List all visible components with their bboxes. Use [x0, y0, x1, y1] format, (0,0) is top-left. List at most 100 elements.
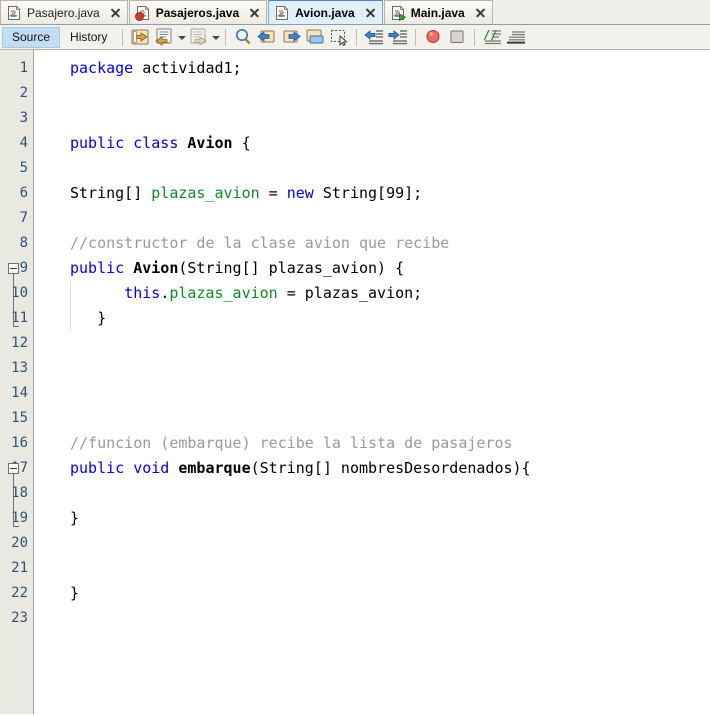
uncomment-icon[interactable] [505, 27, 527, 47]
code-line-content: public Avion(String[] plazas_avion) { [35, 259, 404, 277]
code-line[interactable] [35, 81, 710, 106]
code-line-content [35, 559, 70, 577]
code-line-content [35, 109, 70, 127]
toggle-rectangular-selection-icon[interactable] [328, 27, 350, 47]
code-line-content: } [35, 509, 79, 527]
line-number: 11 [11, 310, 28, 326]
code-token-pln: = [259, 184, 287, 202]
forward-icon[interactable] [187, 27, 209, 47]
code-line[interactable]: } [35, 581, 710, 606]
code-token-pln [124, 459, 133, 477]
line-number: 2 [19, 85, 28, 101]
editor-tab-label: Main.java [410, 5, 465, 20]
forward-dropdown-arrow[interactable] [210, 27, 221, 47]
tab-history[interactable]: History [60, 27, 117, 48]
toolbar-separator [474, 28, 476, 46]
code-line[interactable] [35, 356, 710, 381]
code-line[interactable] [35, 381, 710, 406]
toolbar-separator [225, 28, 227, 46]
code-token-pln: } [70, 309, 107, 327]
code-fold-toggle[interactable] [8, 463, 19, 474]
line-number: 21 [11, 560, 28, 576]
tab-close-icon[interactable] [475, 7, 486, 18]
code-token-pln: String[99]; [313, 184, 423, 202]
code-line-content [35, 334, 70, 352]
code-line[interactable] [35, 481, 710, 506]
editor-tab-pasajeros-java[interactable]: Pasajeros.java [128, 0, 268, 24]
indent-guide [70, 281, 71, 331]
code-text-area[interactable]: package actividad1; public class Avion { S… [35, 50, 710, 714]
shift-line-right-icon[interactable] [387, 27, 409, 47]
editor-tab-main-java[interactable]: Main.java [383, 0, 493, 24]
last-edit-icon[interactable] [129, 27, 151, 47]
code-token-fld: plazas_avion [169, 284, 278, 302]
line-number: 22 [11, 585, 28, 601]
line-number-gutter: 1 2 3 4 5 6 7 8 9 10 11 12 13 14 15 16 17 18 19 20 21 22 23 [0, 50, 34, 714]
stop-macro-icon[interactable] [446, 27, 468, 47]
line-number: 4 [19, 135, 28, 151]
line-number: 3 [19, 110, 28, 126]
code-token-pln: } [70, 509, 80, 527]
line-number: 6 [19, 185, 28, 201]
code-line-content [35, 609, 70, 627]
code-line[interactable] [35, 331, 710, 356]
code-token-pln: = plazas_avion; [277, 284, 423, 302]
code-fold-line [13, 474, 14, 526]
code-token-cmt: //funcion (embarque) recibe la lista de … [70, 434, 513, 452]
code-line[interactable] [35, 606, 710, 631]
code-token-pln: } [70, 584, 80, 602]
comment-icon[interactable]: // [481, 27, 503, 47]
code-line[interactable] [35, 106, 710, 131]
previous-bookmark-icon[interactable] [256, 27, 278, 47]
code-line[interactable]: String[] plazas_avion = new String[99]; [35, 181, 710, 206]
code-line[interactable]: } [35, 306, 710, 331]
code-editor[interactable]: 1 2 3 4 5 6 7 8 9 10 11 12 13 14 15 16 17 18 19 20 21 22 23 pa… [0, 50, 710, 714]
line-number: 16 [11, 435, 28, 451]
code-token-bold: Avion [187, 134, 233, 152]
code-line[interactable] [35, 556, 710, 581]
tab-close-icon[interactable] [110, 7, 121, 18]
back-dropdown-arrow[interactable] [176, 27, 187, 47]
tab-source[interactable]: Source [2, 26, 61, 48]
shift-line-left-icon[interactable] [363, 27, 385, 47]
java-file-run-icon [390, 5, 407, 21]
toggle-bookmark-icon[interactable] [304, 27, 326, 47]
code-line[interactable] [35, 206, 710, 231]
code-token-kw: new [286, 184, 314, 202]
code-token-bold: embarque [178, 459, 251, 477]
code-line[interactable]: public class Avion { [35, 131, 710, 156]
code-line-content: this.plazas_avion = plazas_avion; [35, 284, 422, 302]
code-line[interactable] [35, 406, 710, 431]
code-fold-toggle[interactable] [8, 263, 19, 274]
code-line[interactable]: public Avion(String[] plazas_avion) { [35, 256, 710, 281]
next-bookmark-icon[interactable] [280, 27, 302, 47]
code-token-pln [70, 284, 124, 302]
start-macro-recording-icon[interactable] [422, 27, 444, 47]
toolbar-separator [415, 28, 417, 46]
code-token-pln [124, 134, 133, 152]
code-line[interactable] [35, 156, 710, 181]
code-token-pln: (String[] plazas_avion) { [178, 259, 405, 277]
code-line[interactable]: //constructor de la clase avion que reci… [35, 231, 710, 256]
code-line[interactable]: } [35, 506, 710, 531]
line-number: 15 [11, 410, 28, 426]
line-number: 10 [11, 285, 28, 301]
code-line[interactable] [35, 531, 710, 556]
editor-tab-avion-java[interactable]: Avion.java [268, 0, 383, 24]
code-line-content: //constructor de la clase avion que reci… [35, 234, 449, 252]
line-number: 7 [19, 210, 28, 226]
tab-close-icon[interactable] [249, 7, 260, 18]
editor-tab-pasajero-java[interactable]: Pasajero.java [0, 0, 128, 24]
tab-close-icon[interactable] [365, 7, 376, 18]
code-token-kw: package [70, 59, 134, 77]
code-line[interactable]: public void embarque(String[] nombresDes… [35, 456, 710, 481]
code-line[interactable]: //funcion (embarque) recibe la lista de … [35, 431, 710, 456]
svg-text://: // [483, 28, 497, 42]
java-file-error-icon [134, 5, 151, 21]
code-line[interactable]: this.plazas_avion = plazas_avion; [35, 281, 710, 306]
back-icon[interactable] [153, 27, 175, 47]
find-selection-icon[interactable] [232, 27, 254, 47]
code-token-kw: public [70, 259, 125, 277]
code-line[interactable]: package actividad1; [35, 56, 710, 81]
code-token-bold: Avion [133, 259, 179, 277]
